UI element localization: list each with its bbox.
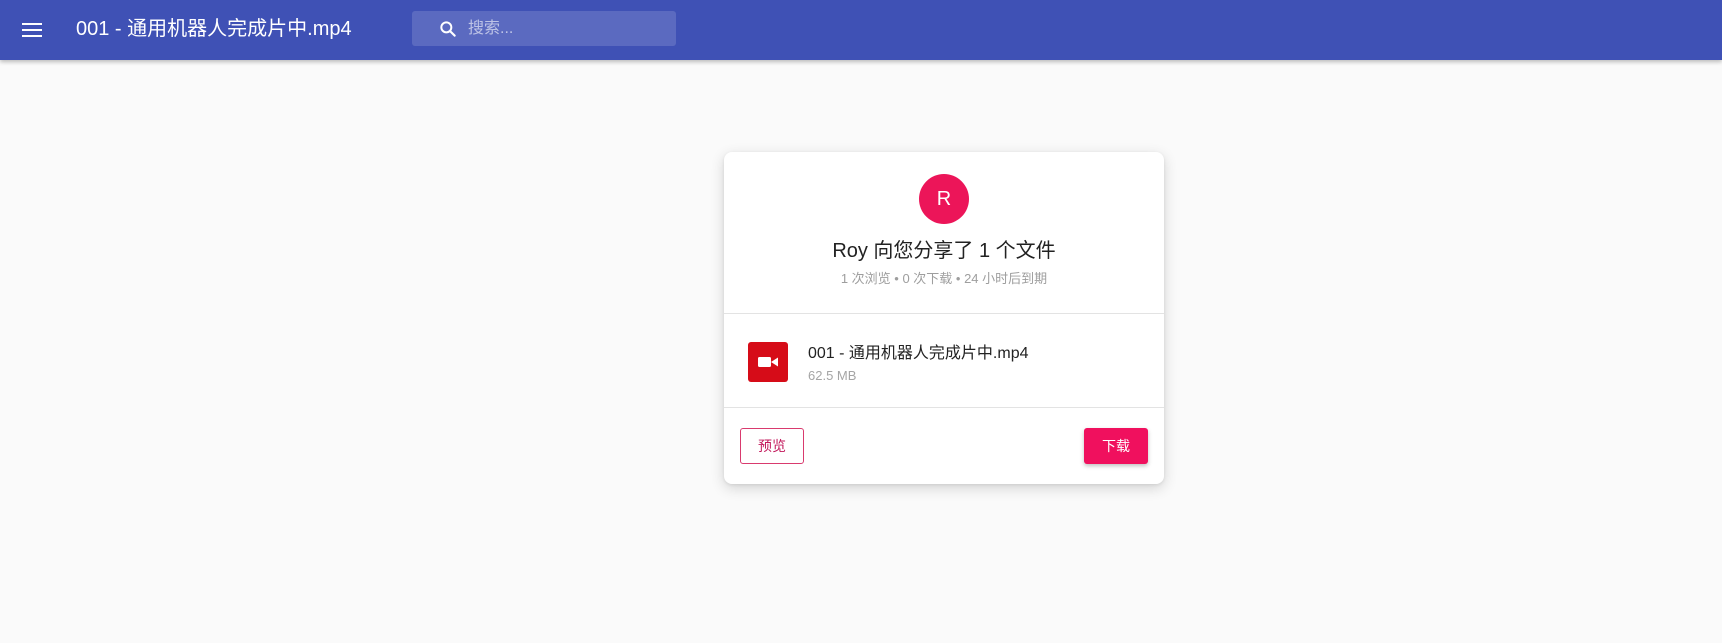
menu-icon[interactable] <box>18 16 46 44</box>
file-size: 62.5 MB <box>808 368 857 383</box>
search-input[interactable] <box>468 11 668 46</box>
share-title: Roy 向您分享了 1 个文件 <box>832 240 1056 262</box>
video-camera-icon <box>758 357 778 367</box>
menu-icon-bar <box>22 35 42 37</box>
menu-icon-bar <box>22 29 42 31</box>
divider <box>724 407 1164 408</box>
preview-button[interactable]: 预览 <box>740 428 804 464</box>
page-title: 001 - 通用机器人完成片中.mp4 <box>76 18 352 40</box>
avatar: R <box>919 174 969 224</box>
search-box[interactable] <box>412 11 676 46</box>
app-bar: 001 - 通用机器人完成片中.mp4 <box>0 0 1722 60</box>
file-item[interactable]: 001 - 通用机器人完成片中.mp4 62.5 MB <box>724 314 1164 406</box>
video-file-icon <box>748 342 788 382</box>
download-button[interactable]: 下载 <box>1084 428 1148 464</box>
menu-icon-bar <box>22 23 42 25</box>
file-name: 001 - 通用机器人完成片中.mp4 <box>808 345 1029 362</box>
share-card: R Roy 向您分享了 1 个文件 1 次浏览 • 0 次下载 • 24 小时后… <box>724 152 1164 484</box>
share-stats: 1 次浏览 • 0 次下载 • 24 小时后到期 <box>840 271 1048 286</box>
search-icon <box>440 21 456 37</box>
